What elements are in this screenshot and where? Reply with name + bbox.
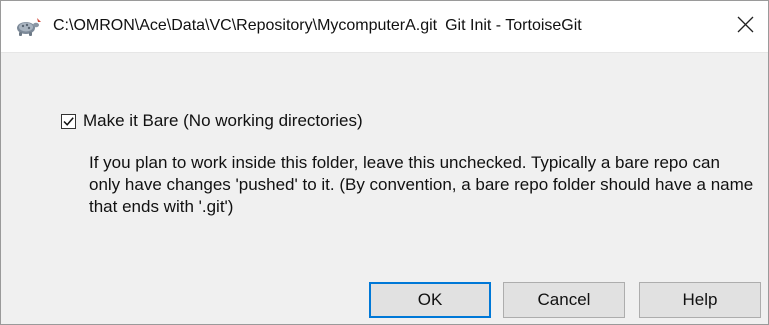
tortoise-icon [13,16,43,38]
close-button[interactable] [722,1,768,52]
dialog-window: C:\OMRON\Ace\Data\VC\Repository\Mycomput… [0,0,769,325]
dialog-content: Make it Bare (No working directories) If… [1,53,768,324]
make-bare-label[interactable]: Make it Bare (No working directories) [83,111,363,131]
checkmark-icon [63,116,74,126]
make-bare-option[interactable]: Make it Bare (No working directories) [61,111,363,131]
help-button[interactable]: Help [639,282,761,318]
repository-path: C:\OMRON\Ace\Data\VC\Repository\Mycomput… [53,17,438,34]
title-bar[interactable]: C:\OMRON\Ace\Data\VC\Repository\Mycomput… [1,1,768,53]
window-title: C:\OMRON\Ace\Data\VC\Repository\Mycomput… [53,17,582,35]
dialog-title: Git Init - TortoiseGit [445,17,582,34]
make-bare-checkbox[interactable] [61,113,76,129]
cancel-button[interactable]: Cancel [503,282,625,318]
make-bare-description: If you plan to work inside this folder, … [89,153,754,216]
ok-button[interactable]: OK [369,282,491,318]
close-icon [737,16,754,38]
